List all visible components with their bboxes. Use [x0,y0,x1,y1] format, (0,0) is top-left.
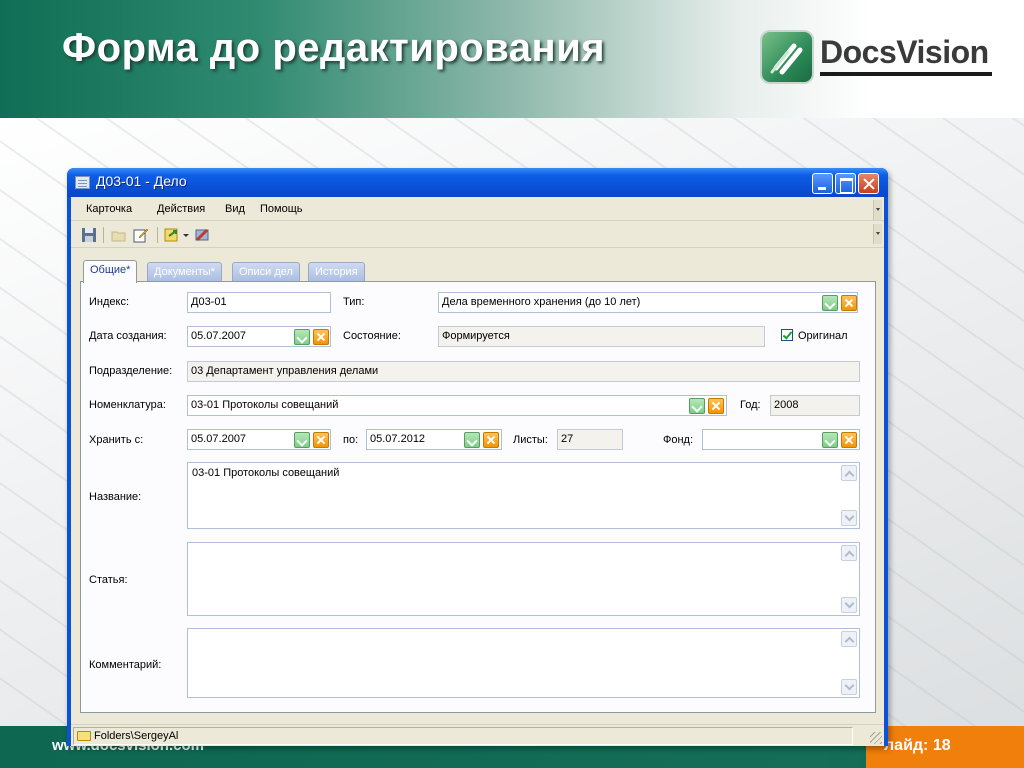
state-label: Состояние: [343,330,401,342]
index-field[interactable]: Д03-01 [187,292,331,313]
tab-general[interactable]: Общие* [83,260,138,283]
scroll-up-icon[interactable] [841,545,857,561]
toolbar [71,222,884,248]
slide-number-box: лайд: 18 [866,726,1024,768]
toolbar-separator [157,227,158,243]
status-path: Folders\SergeyAl [94,730,179,742]
slide-title: Форма до редактирования [62,26,606,70]
year-field: 2008 [770,395,860,416]
nomenclature-field[interactable]: 03-01 Протоколы совещаний [187,395,727,416]
menu-help[interactable]: Помощь [260,203,303,215]
maximize-button[interactable] [835,173,856,194]
nomenclature-label: Номенклатура: [89,399,166,411]
folder-icon [77,731,91,741]
sheets-label: Листы: [513,434,548,446]
export-icon[interactable] [164,227,180,243]
tools-icon[interactable] [194,227,210,243]
keep-from-clear-icon[interactable] [313,432,329,448]
nomenclature-dropdown-icon[interactable] [689,398,705,414]
dropdown-arrow-icon[interactable] [182,227,190,243]
department-field: 03 Департамент управления делами [187,361,860,382]
created-label: Дата создания: [89,330,167,342]
sheets-field: 27 [557,429,623,450]
comment-label: Комментарий: [89,659,162,671]
state-field: Формируется [438,326,765,347]
menu-actions[interactable]: Действия [157,203,205,215]
window-title: Д03-01 - Дело [96,173,187,189]
menubar-chevron-icon[interactable] [873,200,882,220]
type-label: Тип: [343,296,365,308]
scroll-down-icon[interactable] [841,510,857,526]
toolbar-separator [103,227,104,243]
window-client: Карточка Действия Вид Помощь Общие* Доку… [71,197,884,746]
type-field[interactable]: Дела временного хранения (до 10 лет) [438,292,858,313]
toolbar-chevron-icon[interactable] [873,224,882,244]
tab-documents[interactable]: Документы* [147,262,222,282]
close-button[interactable] [858,173,879,194]
fund-dropdown-icon[interactable] [822,432,838,448]
menu-view[interactable]: Вид [225,203,245,215]
type-dropdown-icon[interactable] [822,295,838,311]
scroll-up-icon[interactable] [841,631,857,647]
keep-from-dropdown-icon[interactable] [294,432,310,448]
article-textarea[interactable] [187,542,860,616]
status-bar: Folders\SergeyAl [71,724,884,746]
scroll-up-icon[interactable] [841,465,857,481]
status-path-pane: Folders\SergeyAl [73,727,853,745]
logo-underline [820,72,992,76]
nomenclature-clear-icon[interactable] [708,398,724,414]
original-label[interactable]: Оригинал [798,330,848,342]
created-date-dropdown-icon[interactable] [294,329,310,345]
fund-clear-icon[interactable] [841,432,857,448]
menu-card[interactable]: Карточка [86,203,132,215]
keep-to-field[interactable]: 05.07.2012 [366,429,502,450]
keep-to-dropdown-icon[interactable] [464,432,480,448]
original-checkbox[interactable] [781,329,793,341]
menu-bar: Карточка Действия Вид Помощь [71,199,884,221]
comment-textarea[interactable] [187,628,860,698]
open-icon[interactable] [111,227,127,243]
type-clear-icon[interactable] [841,295,857,311]
slide-number: лайд: 18 [884,737,951,754]
scroll-down-icon[interactable] [841,597,857,613]
general-tab-panel: Индекс: Д03-01 Тип: Дела временного хран… [80,281,876,713]
window-icon [75,176,90,189]
year-label: Год: [740,399,761,411]
department-label: Подразделение: [89,365,173,377]
index-label: Индекс: [89,296,130,308]
logo-text: DocsVision [820,34,989,70]
window-titlebar[interactable]: Д03-01 - Дело [67,168,888,197]
keep-to-label: по: [343,434,359,446]
tab-history[interactable]: История [308,262,365,282]
name-label: Название: [89,491,142,503]
minimize-button[interactable] [812,173,833,194]
save-icon[interactable] [81,227,97,243]
fund-label: Фонд: [663,434,694,446]
keep-to-clear-icon[interactable] [483,432,499,448]
tab-case-inventories[interactable]: Описи дел [232,262,300,282]
name-text: 03-01 Протоколы совещаний [192,467,340,479]
created-date-clear-icon[interactable] [313,329,329,345]
resize-grip-icon[interactable] [870,732,882,744]
article-label: Статья: [89,574,128,586]
docsvision-logo-icon [760,30,814,84]
edit-icon[interactable] [133,227,149,243]
keep-from-label: Хранить с: [89,434,144,446]
scroll-down-icon[interactable] [841,679,857,695]
card-window: Д03-01 - Дело Карточка Действия Вид Помо… [67,168,888,746]
name-textarea[interactable]: 03-01 Протоколы совещаний [187,462,860,529]
docsvision-logo: DocsVision [760,28,994,88]
